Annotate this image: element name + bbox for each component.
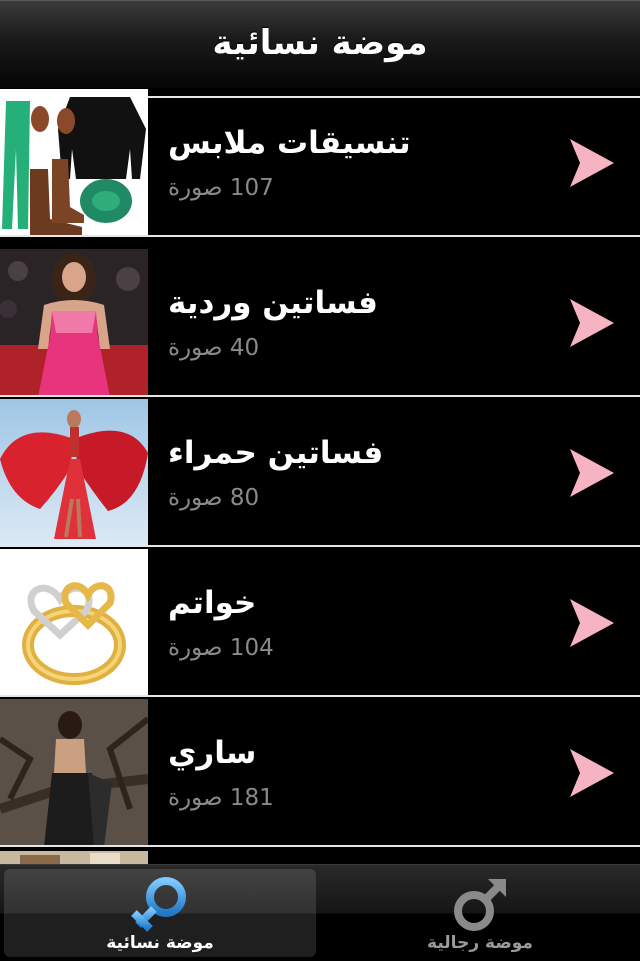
list-item-partial[interactable] <box>0 851 148 864</box>
item-title: فساتين حمراء <box>168 435 384 471</box>
chevron-right-icon <box>570 299 614 347</box>
item-title: فساتين وردية <box>168 285 378 321</box>
list-item[interactable]: فساتين وردية 40 صورة <box>0 249 640 397</box>
item-title: ساري <box>168 735 257 771</box>
list-item[interactable]: ساري 181 صورة <box>0 699 640 847</box>
item-title: تنسيقات ملابس <box>168 125 411 161</box>
item-title: خواتم <box>168 585 257 621</box>
row-divider <box>0 545 640 547</box>
item-photo-count: 181 صورة <box>168 785 274 811</box>
outfit-collage-thumbnail <box>0 89 148 237</box>
navigation-bar: موضة نسائية <box>0 0 640 89</box>
list-item[interactable]: خواتم 104 صورة <box>0 549 640 697</box>
item-photo-count: 40 صورة <box>168 335 260 361</box>
list-item[interactable]: تنسيقات ملابس 107 صورة <box>0 89 640 237</box>
saree-thumbnail <box>0 699 148 847</box>
partial-thumbnail <box>0 851 148 864</box>
chevron-right-icon <box>570 139 614 187</box>
item-photo-count: 80 صورة <box>168 485 260 511</box>
tab-label: موضة رجالية <box>427 933 533 953</box>
tab-women-fashion[interactable]: موضة نسائية <box>4 869 316 957</box>
red-dress-thumbnail <box>0 399 148 547</box>
row-divider <box>0 395 640 397</box>
item-photo-count: 104 صورة <box>168 635 274 661</box>
chevron-right-icon <box>570 599 614 647</box>
female-symbol-icon <box>131 877 186 932</box>
list-item[interactable]: فساتين حمراء 80 صورة <box>0 399 640 547</box>
ring-thumbnail <box>0 549 148 697</box>
row-separator <box>148 96 640 98</box>
chevron-right-icon <box>570 749 614 797</box>
tab-bar: موضة نسائية موضة رجالية <box>0 864 640 961</box>
row-divider <box>0 695 640 697</box>
tab-label: موضة نسائية <box>106 933 214 953</box>
item-photo-count: 107 صورة <box>168 175 274 201</box>
category-list[interactable]: تنسيقات ملابس 107 صورة فساتين وردية 40 ص… <box>0 89 640 864</box>
row-divider <box>0 235 640 237</box>
page-title: موضة نسائية <box>212 23 428 63</box>
tab-men-fashion[interactable]: موضة رجالية <box>324 869 636 957</box>
pink-dress-thumbnail <box>0 249 148 397</box>
row-divider <box>0 845 640 847</box>
male-symbol-icon <box>454 879 506 931</box>
chevron-right-icon <box>570 449 614 497</box>
